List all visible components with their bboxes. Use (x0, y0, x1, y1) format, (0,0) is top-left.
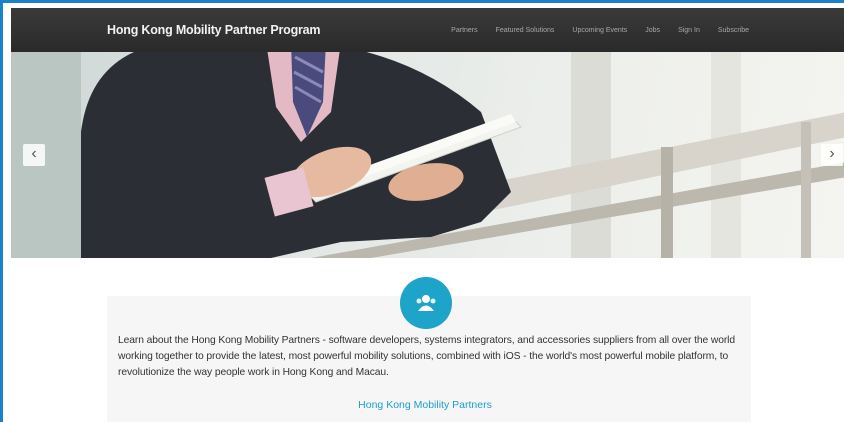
carousel-prev-button[interactable]: ‹ (23, 144, 45, 166)
nav-link-subscribe[interactable]: Subscribe (718, 27, 749, 34)
partners-link[interactable]: Hong Kong Mobility Partners (3, 399, 844, 411)
hero-carousel: ‹ › (11, 52, 844, 258)
group-icon (400, 277, 452, 329)
nav-links: Partners Featured Solutions Upcoming Eve… (433, 8, 749, 52)
nav-link-jobs[interactable]: Jobs (645, 27, 660, 34)
nav-link-partners[interactable]: Partners (451, 27, 477, 34)
browser-frame: Hong Kong Mobility Partner Program Partn… (0, 0, 844, 422)
top-navbar: Hong Kong Mobility Partner Program Partn… (11, 8, 844, 52)
brand-title[interactable]: Hong Kong Mobility Partner Program (107, 8, 321, 52)
intro-text: Learn about the Hong Kong Mobility Partn… (118, 335, 736, 378)
nav-link-featured-solutions[interactable]: Featured Solutions (496, 27, 555, 34)
carousel-next-button[interactable]: › (821, 144, 843, 166)
hero-photo (11, 52, 844, 258)
nav-link-sign-in[interactable]: Sign In (678, 27, 700, 34)
nav-link-upcoming-events[interactable]: Upcoming Events (572, 27, 627, 34)
